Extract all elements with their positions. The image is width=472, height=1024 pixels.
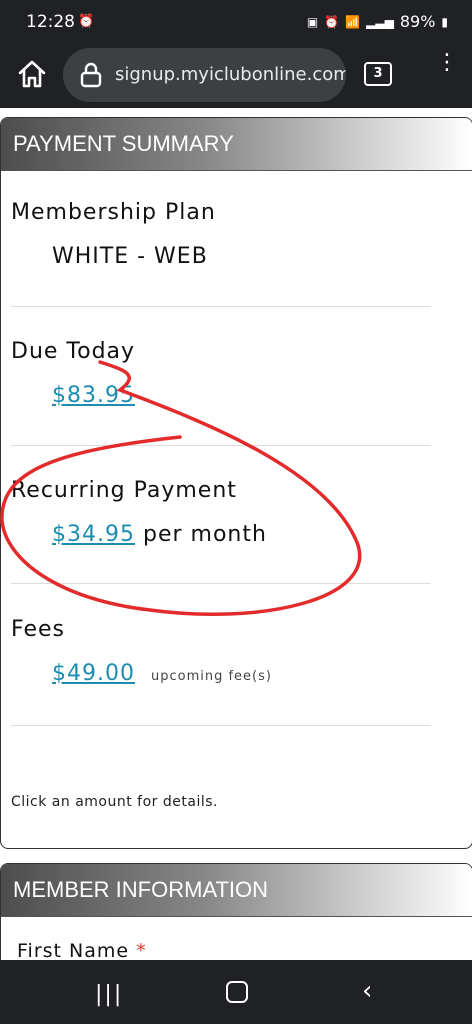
first-name-text: First Name	[17, 940, 130, 962]
membership-plan-label: Membership Plan	[11, 200, 216, 225]
payment-summary-header: PAYMENT SUMMARY	[1, 118, 472, 171]
fees-note: upcoming fee(s)	[150, 669, 272, 684]
address-bar[interactable]: signup.myiclubonline.com	[63, 48, 346, 102]
due-today-label: Due Today	[11, 339, 136, 364]
status-bar: 12:28 ⏰ ▣ ⏰ 📶 ▂▃▅ 89% ▮	[0, 0, 472, 44]
page-content: PAYMENT SUMMARY Membership Plan WHITE - …	[0, 108, 472, 985]
first-name-label: First Name *	[17, 940, 147, 962]
battery-icon: ▮	[441, 14, 448, 29]
battery-percent: 89%	[399, 12, 436, 31]
nav-home-icon[interactable]	[226, 981, 248, 1003]
divider	[11, 725, 431, 726]
tab-switcher-button[interactable]: 3	[364, 62, 392, 86]
fees-label: Fees	[11, 617, 65, 642]
android-nav-bar: ||| ‹	[0, 960, 472, 1024]
recurring-payment-label: Recurring Payment	[11, 478, 237, 503]
recent-apps-icon[interactable]: |||	[95, 982, 123, 1007]
required-asterisk: *	[136, 940, 147, 962]
alarm-icon-right: ⏰	[324, 14, 340, 29]
divider	[11, 445, 431, 446]
membership-plan-value: WHITE - WEB	[52, 244, 208, 269]
signal-icon: ▂▃▅	[366, 14, 394, 29]
fees-row: $49.00 upcoming fee(s)	[52, 661, 272, 686]
lock-icon[interactable]	[79, 62, 103, 88]
home-icon[interactable]	[16, 58, 48, 90]
back-icon[interactable]: ‹	[362, 976, 372, 1006]
divider	[11, 306, 431, 307]
more-menu-icon[interactable]: ⋮	[436, 52, 458, 74]
status-right: ▣ ⏰ 📶 ▂▃▅ 89% ▮	[307, 12, 448, 31]
battery-saver-icon: ▣	[306, 14, 319, 29]
fees-amount-link[interactable]: $49.00	[52, 661, 135, 686]
recurring-suffix: per month	[142, 522, 267, 547]
member-information-header: MEMBER INFORMATION	[1, 864, 472, 917]
recurring-amount-link[interactable]: $34.95	[52, 522, 135, 547]
divider	[11, 583, 431, 584]
payment-summary-card: PAYMENT SUMMARY Membership Plan WHITE - …	[0, 117, 472, 849]
recurring-payment-row: $34.95 per month	[52, 522, 267, 547]
alarm-icon: ⏰	[78, 14, 95, 29]
status-time: 12:28	[26, 12, 75, 32]
details-hint: Click an amount for details.	[11, 794, 218, 810]
due-today-amount-link[interactable]: $83.95	[52, 383, 135, 408]
url-text[interactable]: signup.myiclubonline.com	[115, 64, 346, 85]
browser-toolbar: signup.myiclubonline.com 3 ⋮	[0, 44, 472, 108]
wifi-icon: 📶	[345, 14, 361, 29]
